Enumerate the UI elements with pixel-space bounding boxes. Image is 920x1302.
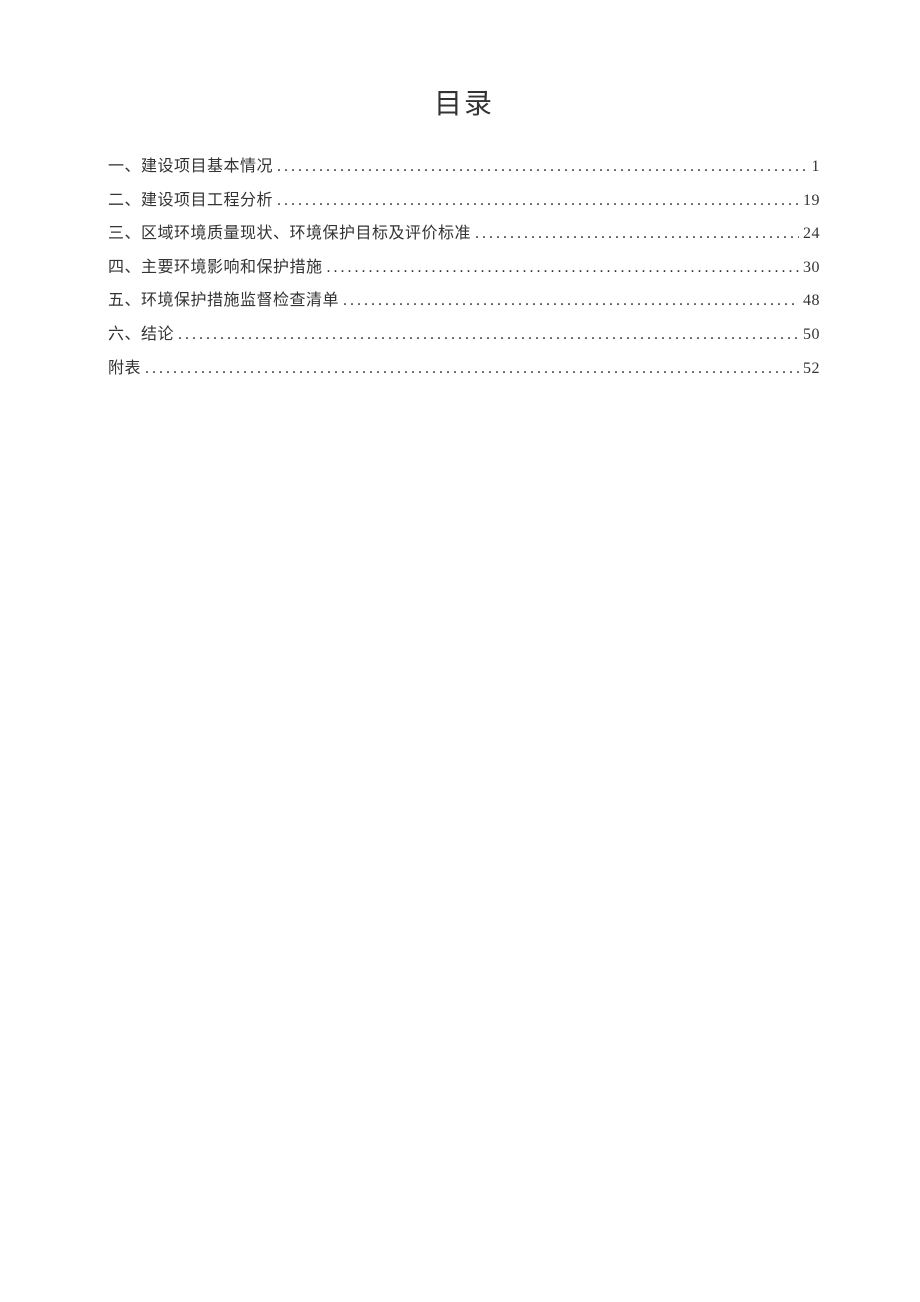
toc-leader-dots <box>475 217 799 251</box>
toc-title: 目录 <box>108 82 820 122</box>
toc-item: 一、建设项目基本情况 1 <box>108 150 820 184</box>
toc-item-label: 附表 <box>108 352 141 386</box>
toc-item-page: 1 <box>812 150 821 184</box>
toc-leader-dots <box>327 251 799 285</box>
toc-item-label: 五、环境保护措施监督检查清单 <box>108 284 339 318</box>
toc-leader-dots <box>178 318 799 352</box>
toc-item-label: 一、建设项目基本情况 <box>108 150 273 184</box>
toc-leader-dots <box>277 184 799 218</box>
toc-item: 二、建设项目工程分析 19 <box>108 184 820 218</box>
toc-item: 四、主要环境影响和保护措施 30 <box>108 251 820 285</box>
toc-item-label: 三、区域环境质量现状、环境保护目标及评价标准 <box>108 217 471 251</box>
toc-item-page: 24 <box>803 217 820 251</box>
toc-item-label: 二、建设项目工程分析 <box>108 184 273 218</box>
toc-item-page: 50 <box>803 318 820 352</box>
toc-item-page: 19 <box>803 184 820 218</box>
toc-item-page: 30 <box>803 251 820 285</box>
toc-item-label: 六、结论 <box>108 318 174 352</box>
toc-list: 一、建设项目基本情况 1 二、建设项目工程分析 19 三、区域环境质量现状、环境… <box>108 150 820 385</box>
toc-item-label: 四、主要环境影响和保护措施 <box>108 251 323 285</box>
toc-item: 附表 52 <box>108 352 820 386</box>
toc-item-page: 52 <box>803 352 820 386</box>
toc-item: 三、区域环境质量现状、环境保护目标及评价标准 24 <box>108 217 820 251</box>
toc-leader-dots <box>277 150 807 184</box>
toc-leader-dots <box>343 284 799 318</box>
toc-item-page: 48 <box>803 284 820 318</box>
toc-leader-dots <box>145 352 799 386</box>
toc-item: 五、环境保护措施监督检查清单 48 <box>108 284 820 318</box>
toc-item: 六、结论 50 <box>108 318 820 352</box>
